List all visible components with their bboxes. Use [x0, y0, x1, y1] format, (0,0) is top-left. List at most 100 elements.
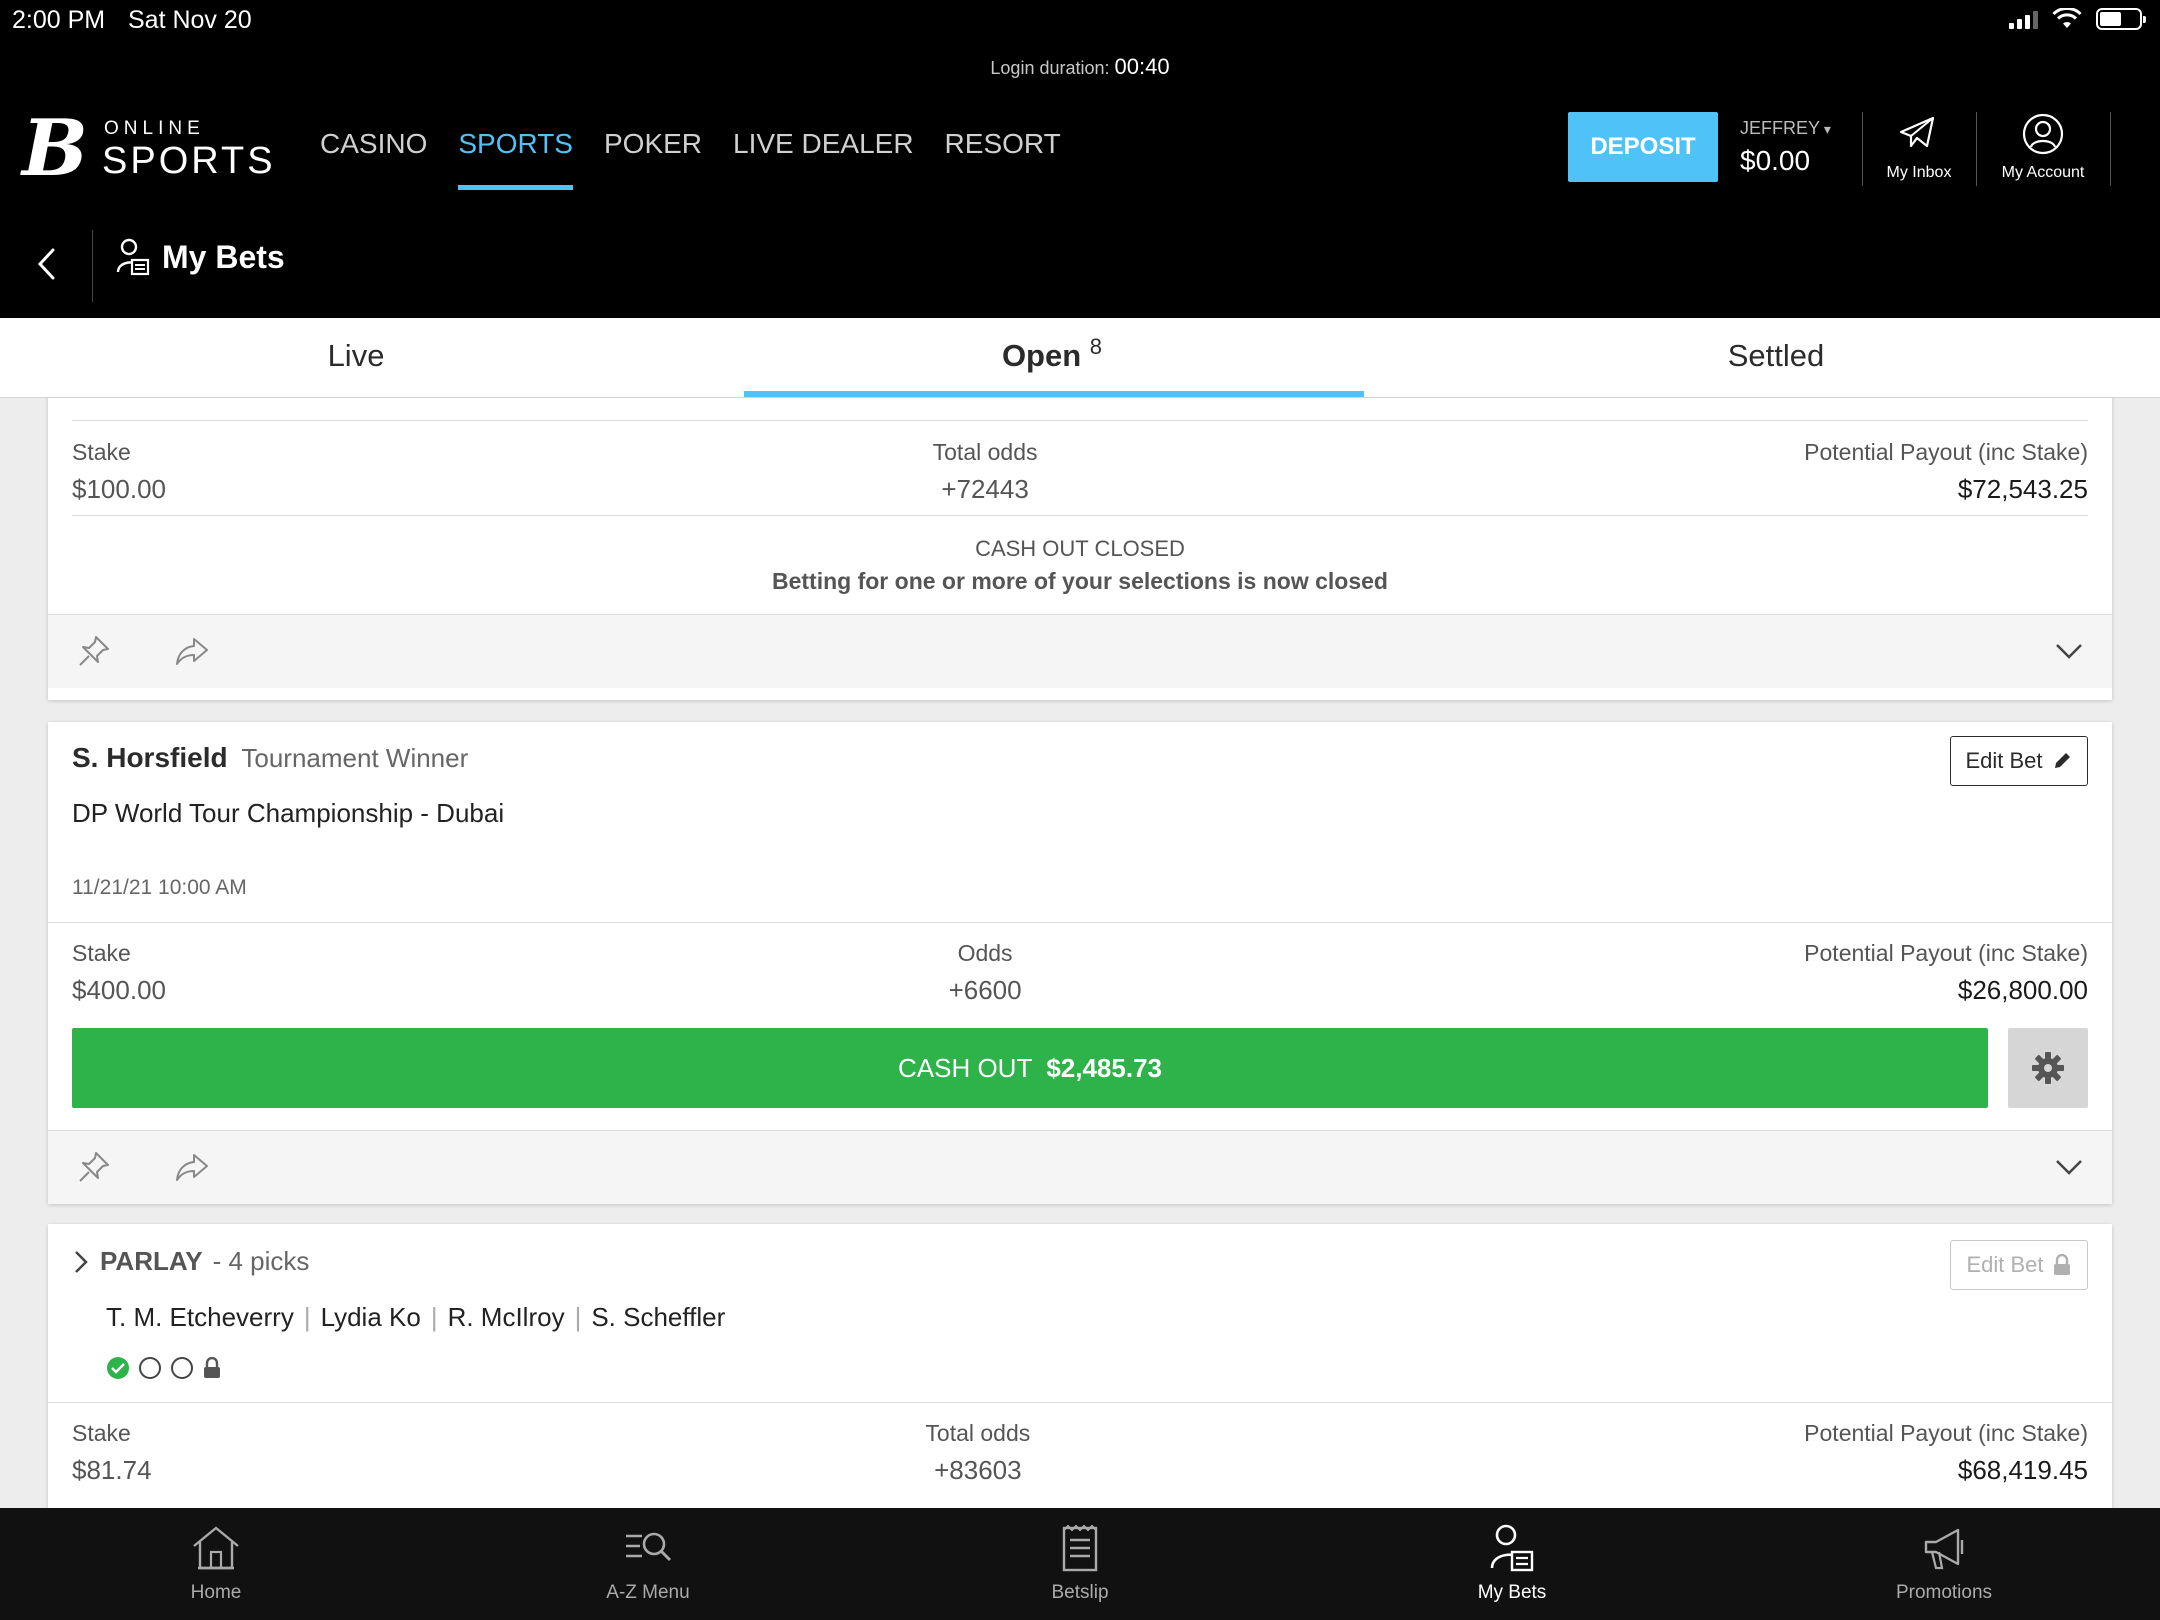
- bets-list[interactable]: Stake $100.00 Total odds +72443 Potentia…: [0, 398, 2160, 1508]
- brand-logo[interactable]: B ONLINE SPORTS: [22, 110, 273, 188]
- parlay-header[interactable]: PARLAY - 4 picks: [72, 1246, 309, 1277]
- account-label: My Account: [2001, 164, 2085, 181]
- cashout-button[interactable]: CASH OUT $2,485.73: [72, 1028, 1988, 1108]
- payout-label: Potential Payout (inc Stake): [1804, 940, 2088, 966]
- leg-separator: |: [574, 1302, 582, 1332]
- status-bar: 2:00 PM Sat Nov 20: [0, 0, 2160, 40]
- bottom-nav-promotions[interactable]: Promotions: [1728, 1508, 2160, 1620]
- tab-live-label: Live: [327, 338, 385, 373]
- card-divider: [72, 420, 2088, 421]
- sub-header: My Bets: [0, 218, 2160, 318]
- signal-icon: [2009, 9, 2038, 29]
- bottom-nav-label: A-Z Menu: [606, 1582, 690, 1603]
- payout-col: Potential Payout (inc Stake) $26,800.00: [1804, 940, 2088, 1006]
- bet-card: Stake $100.00 Total odds +72443 Potentia…: [48, 398, 2112, 700]
- back-button[interactable]: [28, 244, 68, 284]
- site-header: Login duration: 00:40 B ONLINE SPORTS CA…: [0, 40, 2160, 318]
- parlay-leg: S. Scheffler: [591, 1302, 726, 1332]
- bet-summary: Stake $81.74 Total odds +83603 Potential…: [48, 1420, 2112, 1486]
- account-button[interactable]: My Account: [1988, 112, 2098, 182]
- deposit-button[interactable]: DEPOSIT: [1568, 112, 1718, 182]
- bet-datetime: 11/21/21 10:00 AM: [72, 876, 247, 899]
- nav-resort[interactable]: RESORT: [945, 128, 1061, 190]
- parlay-legs: T. M. Etcheverry | Lydia Ko | R. McIlroy…: [106, 1302, 725, 1333]
- share-icon[interactable]: [174, 635, 210, 667]
- bottom-nav-label: Promotions: [1895, 1582, 1993, 1603]
- stake-label: Stake: [72, 940, 131, 966]
- parlay-leg: R. McIlroy: [447, 1302, 565, 1332]
- bottom-nav-betslip[interactable]: Betslip: [864, 1508, 1296, 1620]
- odds-col: Odds +6600: [949, 940, 1022, 1006]
- bet-selection-line: S. Horsfield Tournament Winner: [72, 742, 468, 774]
- pencil-icon: [2054, 753, 2070, 768]
- chevron-down-icon[interactable]: [2054, 641, 2084, 661]
- tab-live[interactable]: Live: [0, 318, 712, 397]
- tab-open[interactable]: Open 8: [712, 318, 1392, 397]
- header-divider: [1862, 112, 1863, 186]
- odds-value: +83603: [934, 1455, 1022, 1485]
- stake-col: Stake $81.74: [72, 1420, 152, 1486]
- card-footer: [48, 614, 2112, 688]
- nav-poker[interactable]: POKER: [604, 128, 702, 190]
- nav-sports[interactable]: SPORTS: [458, 128, 573, 190]
- leg-status-row: [106, 1356, 222, 1380]
- tab-open-label: Open: [1001, 338, 1082, 373]
- balance: $0.00: [1740, 145, 1811, 176]
- tab-settled[interactable]: Settled: [1392, 318, 2160, 397]
- bet-market: Tournament Winner: [241, 743, 469, 773]
- check-circle-icon: [107, 1357, 129, 1379]
- bottom-nav-my-bets[interactable]: My Bets: [1296, 1508, 1728, 1620]
- odds-col: Total odds +72443: [933, 439, 1038, 515]
- stake-value: $100.00: [72, 474, 166, 504]
- stake-value: $81.74: [72, 1455, 152, 1485]
- bottom-nav-label: Home: [190, 1582, 242, 1603]
- edit-bet-button[interactable]: Edit Bet: [1950, 736, 2088, 786]
- leg-separator: |: [430, 1302, 438, 1332]
- card-divider: [48, 1402, 2112, 1403]
- gear-icon: [2032, 1052, 2064, 1084]
- bet-tabs: Live Open 8 Settled: [0, 318, 2160, 398]
- status-icons: [2009, 8, 2146, 30]
- account-icon: [2022, 113, 2064, 155]
- pin-icon[interactable]: [76, 1149, 112, 1185]
- top-nav: CASINO SPORTS POKER LIVE DEALER RESORT: [320, 128, 1061, 190]
- leg-separator: |: [303, 1302, 311, 1332]
- stake-value: $400.00: [72, 975, 166, 1005]
- logo-mark: B: [22, 103, 88, 194]
- lock-icon: [204, 1357, 220, 1378]
- open-count-badge: 8: [1089, 334, 1103, 359]
- status-date: Sat Nov 20: [128, 6, 252, 34]
- edit-bet-label: Edit Bet: [1966, 1252, 2044, 1277]
- cashout-settings-button[interactable]: [2008, 1028, 2088, 1108]
- parlay-leg: T. M. Etcheverry: [106, 1302, 294, 1332]
- parlay-type: PARLAY: [100, 1246, 203, 1276]
- nav-casino[interactable]: CASINO: [320, 128, 427, 190]
- login-duration: Login duration: 00:40: [0, 54, 2160, 80]
- pin-icon[interactable]: [76, 633, 112, 669]
- header-divider: [2110, 112, 2111, 186]
- card-footer: [48, 1130, 2112, 1204]
- stake-col: Stake $100.00: [72, 439, 166, 515]
- az-menu-icon: [626, 1532, 672, 1562]
- active-tab-indicator: [744, 391, 1364, 397]
- bet-card: S. Horsfield Tournament Winner Edit Bet …: [48, 722, 2112, 1204]
- inbox-button[interactable]: My Inbox: [1864, 112, 1974, 182]
- chevron-down-icon[interactable]: [2054, 1157, 2084, 1177]
- chevron-left-icon: [37, 248, 55, 280]
- odds-value: +6600: [948, 975, 1022, 1005]
- parlay-leg: Lydia Ko: [320, 1302, 421, 1332]
- share-icon[interactable]: [174, 1151, 210, 1183]
- betslip-icon: [1062, 1524, 1098, 1572]
- bottom-nav-home[interactable]: Home: [0, 1508, 432, 1620]
- bottom-nav-az-menu[interactable]: A-Z Menu: [432, 1508, 864, 1620]
- payout-col: Potential Payout (inc Stake) $72,543.25: [1804, 439, 2088, 515]
- payout-col: Potential Payout (inc Stake) $68,419.45: [1804, 1420, 2088, 1486]
- nav-live-dealer[interactable]: LIVE DEALER: [733, 128, 914, 190]
- card-divider: [48, 922, 2112, 923]
- user-balance-menu[interactable]: JEFFREY $0.00: [1740, 118, 1858, 177]
- bottom-nav-label: Betslip: [1051, 1582, 1109, 1603]
- cashout-label: CASH OUT: [897, 1052, 1033, 1083]
- logo-sports: SPORTS: [102, 140, 276, 182]
- bet-summary: Stake $100.00 Total odds +72443 Potentia…: [48, 439, 2112, 515]
- bet-summary: Stake $400.00 Odds +6600 Potential Payou…: [48, 940, 2112, 1006]
